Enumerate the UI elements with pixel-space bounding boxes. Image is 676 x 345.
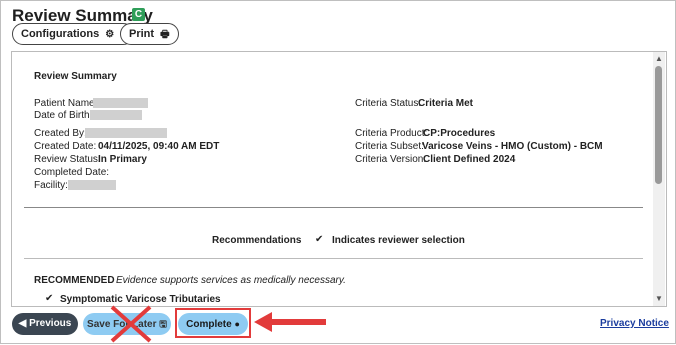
completed-date-label: Completed Date: [34,167,110,178]
scrollbar-thumb[interactable] [655,66,662,184]
patient-name-label: Patient Name: [34,98,98,109]
privacy-notice-link[interactable]: Privacy Notice [600,318,669,329]
status-badge: C [132,8,145,21]
divider [24,258,643,259]
facility-redacted [68,180,116,190]
arrow-left-circle-icon: ◀ [18,318,27,329]
previous-button[interactable]: ◀ Previous [12,313,78,335]
criteria-subset-label: Criteria Subset: [355,141,424,152]
check-icon: ✔ [45,293,54,304]
created-by-redacted [85,128,167,138]
recommendations-title: Recommendations [212,235,302,246]
configurations-label: Configurations [21,28,100,40]
created-date-value: 04/11/2025, 09:40 AM EDT [98,141,220,152]
previous-label: Previous [29,318,72,329]
scrollbar[interactable]: ▲ ▼ [653,52,665,306]
criteria-product-value: CP:Procedures [423,128,496,139]
summary-heading: Review Summary [34,71,117,82]
review-summary-panel[interactable]: Review Summary Patient Name: Date of Bir… [11,51,667,307]
print-button[interactable]: Print 🖶 [120,23,179,45]
complete-highlight-box [175,308,251,338]
facility-label: Facility: [34,180,68,191]
configurations-button[interactable]: Configurations ⚙ ▾ [12,23,135,45]
criteria-status-label: Criteria Status: [355,98,422,109]
dob-label: Date of Birth: [34,110,93,121]
scroll-down-icon[interactable]: ▼ [655,294,663,303]
printer-icon: 🖶 [160,29,170,40]
gear-icon: ⚙ [105,29,115,40]
red-x-annotation [110,305,152,343]
review-status-value: In Primary [98,154,147,165]
criteria-product-label: Criteria Product: [355,128,428,139]
created-date-label: Created Date: [34,141,97,152]
review-status-label: Review Status: [34,154,101,165]
red-arrow-annotation [254,312,326,332]
created-by-label: Created By: [34,128,87,139]
dob-redacted [90,110,142,120]
recommended-description: Evidence supports services as medically … [116,275,346,286]
criteria-version-value: Client Defined 2024 [423,154,516,165]
recommended-label: RECOMMENDED [34,275,115,286]
print-label: Print [129,28,155,40]
criteria-version-label: Criteria Version: [355,154,427,165]
scroll-up-icon[interactable]: ▲ [655,54,663,63]
patient-name-redacted [93,98,148,108]
save-icon: 🖫 [159,319,167,329]
check-icon: ✔ [315,234,324,245]
criteria-subset-value: Varicose Veins - HMO (Custom) - BCM [422,141,603,152]
criteria-status-value: Criteria Met [418,98,474,109]
divider [24,207,643,208]
reviewer-selection-legend: Indicates reviewer selection [332,235,465,246]
